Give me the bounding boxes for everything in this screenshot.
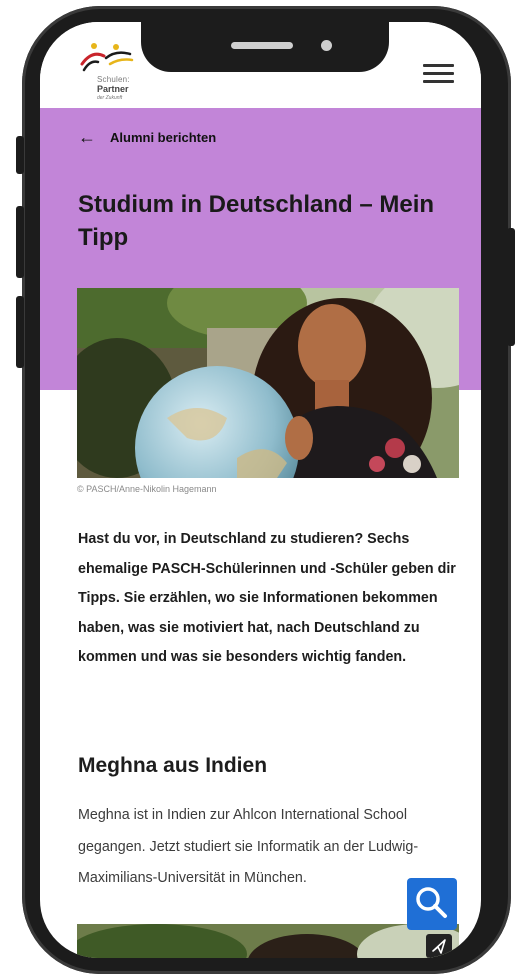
logo-figures-icon: [80, 43, 134, 72]
front-camera: [321, 40, 332, 51]
second-photo-image: [77, 924, 459, 958]
article-photo: [77, 288, 459, 478]
hamburger-menu-icon[interactable]: [423, 64, 454, 84]
power-button: [507, 228, 515, 346]
send-icon: [432, 939, 446, 954]
arrow-left-icon: ←: [78, 127, 96, 147]
volume-down-button: [16, 296, 24, 368]
volume-up-button: [16, 206, 24, 278]
logo-line-partner: Partner: [97, 84, 129, 94]
logo-line-schulen: Schulen:: [97, 75, 130, 84]
section-heading: Meghna aus Indien: [78, 754, 268, 777]
breadcrumb-label: Alumni berichten: [110, 129, 217, 145]
phone-screen: Schulen: Partner der Zukunft ← Alumni be…: [40, 22, 481, 958]
article-intro: Hast du vor, in Deutschland zu studieren…: [78, 531, 456, 666]
search-icon: [416, 887, 447, 918]
site-logo[interactable]: Schulen: Partner der Zukunft: [80, 42, 150, 106]
phone-notch: [141, 22, 389, 72]
photo-credit: © PASCH/Anne-Nikolin Hagemann: [77, 484, 217, 494]
page-title: Studium in Deutschland – Mein Tipp: [78, 191, 435, 251]
section-body-text: Meghna ist in Indien zur Ahlcon Internat…: [78, 807, 419, 886]
share-button[interactable]: [426, 934, 452, 958]
second-article-photo: [77, 924, 459, 958]
speaker-grille: [231, 42, 293, 49]
search-button[interactable]: [407, 878, 457, 930]
mute-switch: [16, 136, 24, 174]
logo-line-zukunft: der Zukunft: [97, 95, 123, 101]
student-with-globe-image: [77, 288, 459, 478]
breadcrumb-back-link[interactable]: ← Alumni berichten: [78, 128, 216, 146]
